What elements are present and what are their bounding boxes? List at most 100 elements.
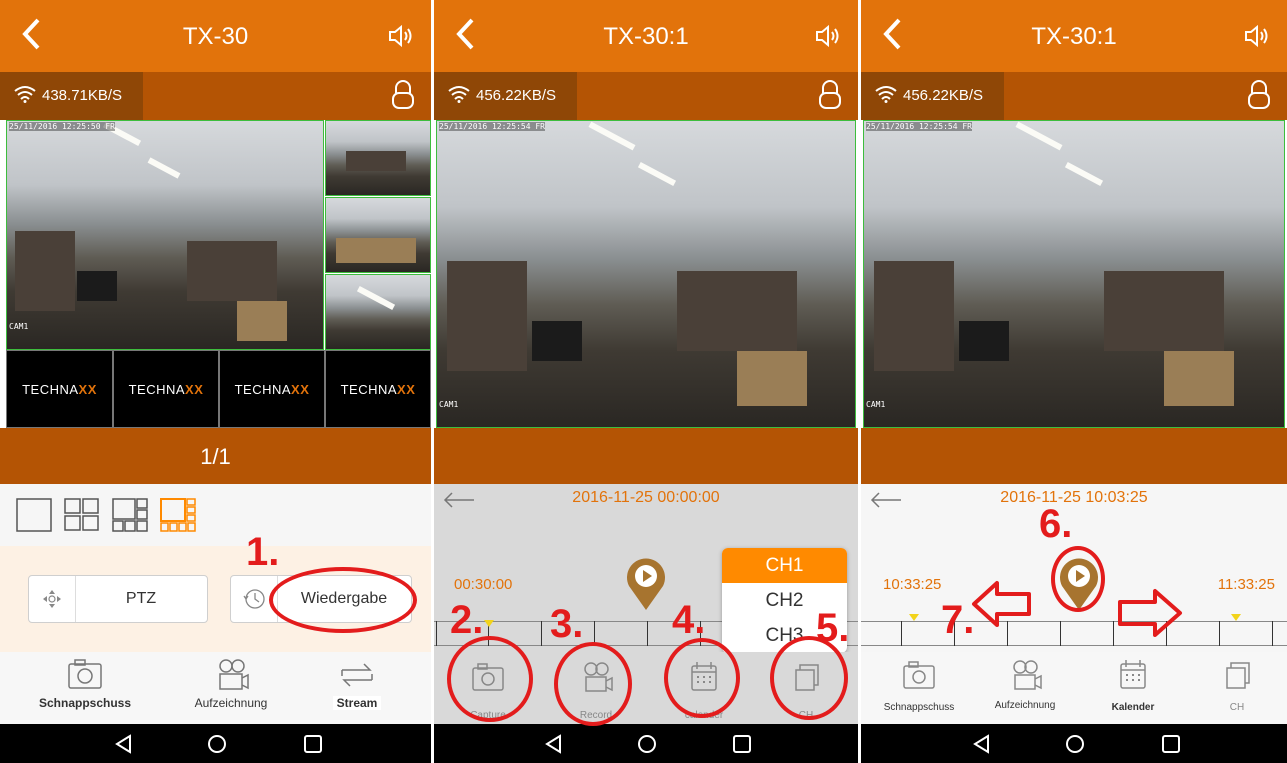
app-header: TX-30	[0, 0, 431, 72]
camera-feed[interactable]: 25/11/2016 12:25:54 FR CAM1	[863, 120, 1285, 428]
playback-date[interactable]: 2016-11-25 00:00:00	[434, 489, 858, 507]
bottom-toolbar: Schnappschuss Aufzeichnung Kalender CH	[861, 652, 1287, 724]
timestamp-overlay: 25/11/2016 12:25:50 FR	[9, 122, 115, 131]
video-area: 25/11/2016 12:25:54 FR CAM1	[861, 120, 1287, 428]
annotation-circle	[269, 567, 417, 633]
layout-6-icon[interactable]	[112, 498, 148, 532]
speaker-icon[interactable]	[814, 24, 844, 48]
data-rate-box: 456.22KB/S	[861, 72, 1004, 120]
timeline[interactable]	[861, 614, 1287, 646]
app-header: TX-30:1	[861, 0, 1287, 72]
camera-feed-main[interactable]: 25/11/2016 12:25:50 FR CAM1	[6, 120, 324, 350]
page-title: TX-30:1	[603, 23, 689, 50]
timeline-marker-icon	[1231, 614, 1241, 622]
calendar-button[interactable]: Kalender	[1085, 656, 1181, 713]
timestamp-overlay: 25/11/2016 12:25:54 FR	[439, 122, 545, 131]
status-bar: 456.22KB/S	[861, 72, 1287, 120]
speaker-icon[interactable]	[1243, 24, 1273, 48]
camera-id-overlay: CAM1	[9, 322, 29, 331]
data-rate-box: 456.22KB/S	[434, 72, 577, 120]
playback-date[interactable]: 2016-11-25 10:03:25	[861, 489, 1287, 507]
stream-button[interactable]: Stream	[302, 656, 412, 712]
timeline-marker-icon	[484, 620, 494, 628]
camera-feed[interactable]: 25/11/2016 12:25:54 FR CAM1	[436, 120, 856, 428]
camera-icon	[68, 659, 102, 689]
nav-home-icon[interactable]	[207, 734, 227, 754]
snapshot-button[interactable]: Schnappschuss	[871, 656, 967, 713]
android-nav-bar	[861, 724, 1287, 763]
arrow-left-annotation-icon	[971, 580, 1033, 628]
annotation-circle	[1051, 546, 1105, 612]
nav-home-icon[interactable]	[1065, 734, 1085, 754]
stream-switch-icon	[341, 663, 373, 687]
speaker-icon[interactable]	[387, 24, 417, 48]
lock-icon[interactable]	[391, 80, 415, 110]
phone-live-view: TX-30 438.71KB/S 25/11/2016 12:25:50 FR …	[0, 0, 431, 763]
layout-8-icon[interactable]	[160, 498, 196, 532]
data-rate: 456.22KB/S	[903, 87, 984, 104]
annotation-circle	[770, 636, 848, 720]
lock-icon[interactable]	[818, 80, 842, 110]
video-camera-icon	[219, 659, 249, 690]
annotation-marker: 1.	[246, 530, 280, 574]
ptz-label: PTZ	[125, 590, 157, 607]
camera-feed-4[interactable]	[325, 274, 431, 350]
channel-button[interactable]: CH	[1189, 656, 1285, 713]
nav-home-icon[interactable]	[637, 734, 657, 754]
lock-icon[interactable]	[1247, 80, 1271, 110]
camera-id-overlay: CAM1	[866, 400, 886, 409]
info-bar	[434, 428, 858, 484]
layout-4-icon[interactable]	[64, 498, 100, 532]
phone-playback-view: TX-30:1 456.22KB/S 25/11/2016 12:25:54 F…	[434, 0, 858, 763]
record-label: Aufzeichnung	[994, 700, 1056, 711]
time-label-right: 11:33:25	[1217, 576, 1275, 593]
status-bar: 456.22KB/S	[434, 72, 858, 120]
data-rate-box: 438.71KB/S	[0, 72, 143, 120]
annotation-circle	[554, 642, 632, 726]
empty-channel-tile[interactable]: TECHNA XX	[6, 350, 113, 428]
timeline-marker-icon	[909, 614, 919, 622]
channel-option[interactable]: CH1	[722, 548, 847, 583]
camera-feed-2[interactable]	[325, 120, 431, 196]
ptz-button[interactable]: PTZ	[28, 575, 208, 623]
nav-recents-icon[interactable]	[303, 734, 323, 754]
info-bar	[861, 428, 1287, 484]
ptz-direction-icon	[29, 576, 76, 622]
snapshot-button[interactable]: Schnappschuss	[30, 656, 140, 710]
wifi-icon	[875, 85, 897, 103]
page-title: TX-30	[182, 23, 249, 50]
nav-back-icon[interactable]	[544, 734, 564, 754]
layout-1-icon[interactable]	[16, 498, 52, 532]
record-label: Aufzeichnung	[194, 696, 268, 710]
empty-channel-tile[interactable]: TECHNA XX	[113, 350, 219, 428]
camera-icon	[903, 661, 935, 689]
wifi-icon	[14, 85, 36, 103]
annotation-marker: 4.	[672, 598, 706, 642]
annotation-marker: 3.	[550, 602, 584, 646]
android-nav-bar	[434, 724, 858, 763]
data-rate: 438.71KB/S	[42, 87, 123, 104]
nav-recents-icon[interactable]	[1161, 734, 1181, 754]
wifi-icon	[448, 85, 470, 103]
record-button[interactable]: Aufzeichnung	[176, 656, 286, 710]
page-title: TX-30:1	[1031, 23, 1117, 50]
empty-channel-tile[interactable]: TECHNA XX	[325, 350, 431, 428]
stream-label: Stream	[332, 696, 382, 710]
timestamp-overlay: 25/11/2016 12:25:54 FR	[866, 122, 972, 131]
camera-feed-3[interactable]	[325, 197, 431, 273]
record-button[interactable]: Aufzeichnung	[977, 656, 1073, 711]
arrow-right-annotation-icon	[1117, 588, 1183, 638]
annotation-marker: 6.	[1039, 502, 1073, 546]
bottom-toolbar: Schnappschuss Aufzeichnung Stream	[0, 652, 431, 724]
calendar-icon	[1120, 660, 1146, 689]
app-header: TX-30:1	[434, 0, 858, 72]
annotation-circle	[447, 636, 533, 722]
play-pin-icon[interactable]	[625, 556, 667, 612]
nav-back-icon[interactable]	[972, 734, 992, 754]
video-camera-icon	[1013, 660, 1042, 690]
multi-camera-grid: 25/11/2016 12:25:50 FR CAM1 TECHNA XX TEC…	[0, 120, 431, 428]
data-rate: 456.22KB/S	[476, 87, 557, 104]
nav-back-icon[interactable]	[114, 734, 134, 754]
nav-recents-icon[interactable]	[732, 734, 752, 754]
empty-channel-tile[interactable]: TECHNA XX	[219, 350, 325, 428]
